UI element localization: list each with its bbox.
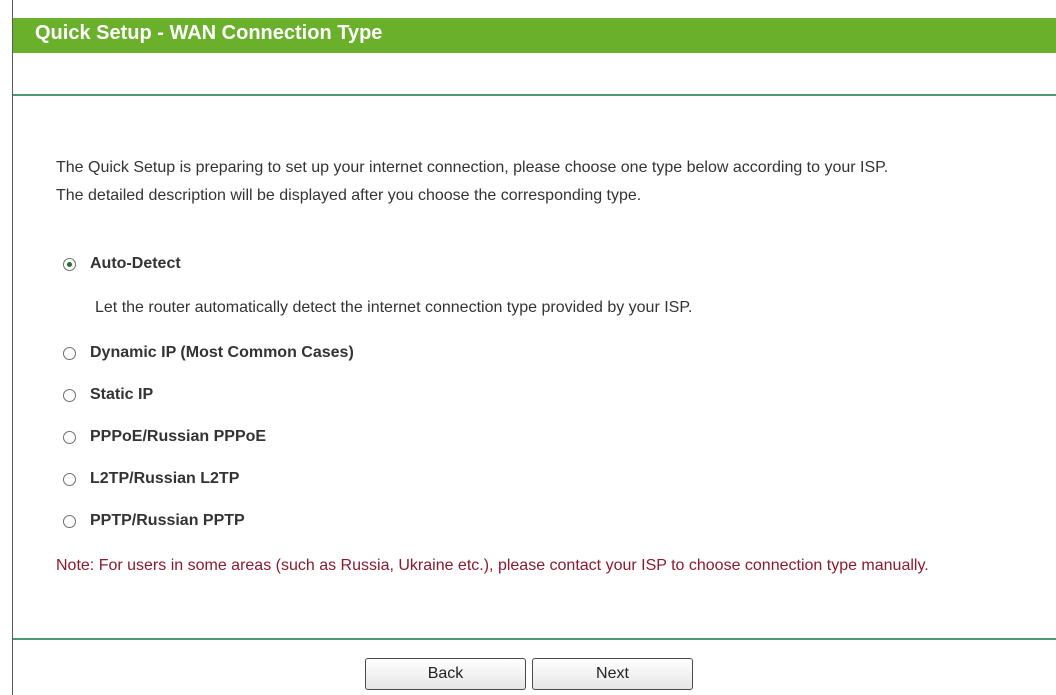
intro-line-1: The Quick Setup is preparing to set up y… [56,159,889,176]
option-description: Let the router automatically detect the … [95,299,693,316]
setup-panel: Quick Setup - WAN Connection Type The Qu… [12,0,1056,695]
radio-static-ip[interactable] [63,388,76,402]
option-label-pptp: PPTP/Russian PPTP [90,512,245,529]
option-pppoe[interactable]: PPPoE/Russian PPPoE [63,425,266,449]
note-text: Note: For users in some areas (such as R… [56,557,929,574]
back-button[interactable]: Back [365,658,526,690]
option-auto-detect[interactable]: Auto-Detect [63,252,181,276]
page-title: Quick Setup - WAN Connection Type [35,22,383,44]
radio-l2tp[interactable] [63,472,76,486]
option-label-static-ip: Static IP [90,386,154,403]
option-label-l2tp: L2TP/Russian L2TP [90,470,240,487]
option-static-ip[interactable]: Static IP [63,383,153,407]
radio-pppoe[interactable] [63,430,76,444]
option-label-pppoe: PPPoE/Russian PPPoE [90,428,267,445]
option-l2tp[interactable]: L2TP/Russian L2TP [63,467,239,491]
radio-auto-detect[interactable] [63,257,76,271]
title-bar: Quick Setup - WAN Connection Type [13,18,1056,53]
option-label-dynamic-ip: Dynamic IP (Most Common Cases) [90,344,354,361]
intro-text: The Quick Setup is preparing to set up y… [56,154,1056,210]
divider-top [13,94,1056,96]
radio-dynamic-ip[interactable] [63,346,76,360]
intro-line-2: The detailed description will be display… [56,187,642,204]
option-dynamic-ip[interactable]: Dynamic IP (Most Common Cases) [63,341,354,365]
next-button[interactable]: Next [532,658,693,690]
radio-pptp[interactable] [63,514,76,528]
option-label-auto-detect: Auto-Detect [90,255,181,272]
divider-bottom [13,638,1056,640]
option-pptp[interactable]: PPTP/Russian PPTP [63,509,245,533]
